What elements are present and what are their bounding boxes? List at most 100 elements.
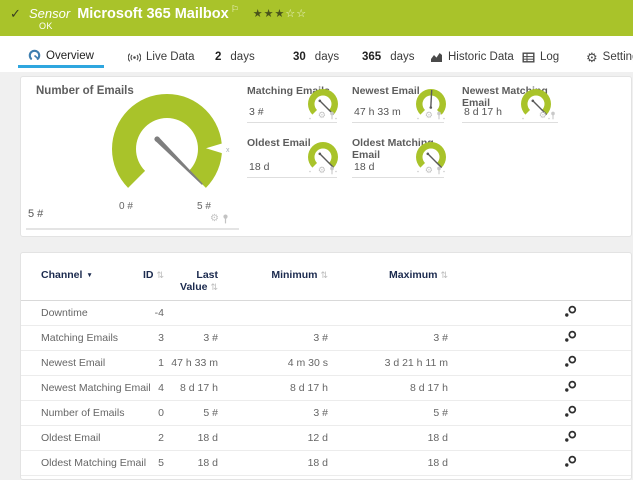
channel-table-row: Newest Matching Email 4 8 d 17 h 8 d 17 … [21, 376, 631, 401]
sort-icon: ⇅ [440, 270, 448, 280]
tab-log[interactable]: Log [512, 46, 569, 68]
widget-pin-icon[interactable] [436, 166, 442, 175]
gauge-current-value: 8 d 17 h [464, 106, 502, 118]
last-value-cell: 18 d [197, 432, 218, 445]
channel-name-cell: Oldest Matching Email [41, 457, 147, 470]
gauge-title: Oldest Email [247, 137, 311, 149]
tab-historic-data[interactable]: Historic Data [420, 46, 524, 68]
overview-gauges-panel: Number of Emails x 0 # 5 # 5 # ⚙ Matchin… [20, 76, 632, 237]
column-header-id[interactable]: ID ⇅ [129, 253, 164, 301]
channel-table-row: Oldest Matching Email 5 18 d 18 d 18 d [21, 451, 631, 476]
column-header-channel[interactable]: Channel ▼ [21, 253, 129, 301]
tab-live-data[interactable]: Live Data [118, 46, 205, 68]
minimum-cell: 18 d [307, 457, 328, 470]
filled-stars[interactable]: ★★★ [253, 8, 286, 20]
minimum-cell [218, 301, 328, 326]
gauge-widget-matching-emails[interactable]: Matching Emails 3 # ⚙ [247, 85, 338, 123]
widget-pin-icon[interactable] [329, 111, 335, 120]
tab-overview[interactable]: Overview [18, 46, 104, 68]
gauge-title: Newest Email [352, 85, 420, 97]
gauge-needle [430, 89, 433, 108]
widget-gear-icon[interactable]: ⚙ [425, 166, 433, 175]
table-icon [522, 52, 535, 63]
tab-30-days[interactable]: 30 days [283, 46, 349, 68]
maximum-cell: 3 # [433, 332, 448, 345]
flag-icon: ⚐ [230, 4, 239, 14]
channel-name-cell: Oldest Email [41, 432, 101, 445]
gauge-icon [28, 49, 41, 62]
widget-gear-icon[interactable]: ⚙ [318, 111, 326, 120]
last-value-cell [164, 301, 218, 326]
channel-settings-button[interactable] [564, 355, 577, 368]
channel-settings-gear-icon [565, 330, 577, 342]
gauge-current-value: 47 h 33 m [354, 106, 401, 118]
gauge-scale-max: 5 # [197, 201, 211, 212]
gauge-current-value: 18 d [249, 161, 270, 173]
channel-table-row: Number of Emails 0 5 # 3 # 5 # [21, 401, 631, 426]
tab-2-days[interactable]: 2 days [205, 46, 265, 68]
status-ok-check-icon: ✓ [10, 6, 21, 21]
tab-settings[interactable]: ⚙ Settings [576, 46, 633, 68]
channel-settings-gear-icon [565, 355, 577, 367]
gauge-widget-number-of-emails[interactable]: Number of Emails x 0 # 5 # 5 # ⚙ [26, 81, 239, 230]
channel-settings-button[interactable] [564, 455, 577, 468]
area-chart-icon [431, 52, 442, 62]
last-value-cell: 3 # [203, 332, 218, 345]
channel-settings-gear-icon [565, 455, 577, 467]
maximum-cell: 8 d 17 h [410, 382, 448, 395]
priority-stars[interactable]: ★★★☆☆ [253, 8, 307, 20]
channel-settings-button[interactable] [564, 405, 577, 418]
tab-365-days[interactable]: 365 days [352, 46, 424, 68]
channel-name-cell: Newest Matching Email [41, 382, 151, 395]
channel-id-cell: 1 [158, 357, 164, 370]
gauge-widget-oldest-matching-email[interactable]: Oldest Matching Email 18 d ⚙ [352, 137, 446, 178]
last-value-cell: 47 h 33 m [171, 357, 218, 370]
channel-settings-gear-icon [565, 405, 577, 417]
column-header-minimum[interactable]: Minimum ⇅ [218, 253, 328, 301]
broadcast-icon [128, 52, 141, 62]
column-header-last-value[interactable]: Last Value ⇅ [164, 253, 218, 301]
channel-settings-button[interactable] [564, 430, 577, 443]
widget-pin-icon[interactable] [436, 111, 442, 120]
gauge-marker-label: x [226, 147, 230, 154]
sort-icon: ⇅ [210, 282, 218, 293]
widget-pin-icon[interactable] [222, 214, 229, 224]
column-header-maximum[interactable]: Maximum ⇅ [328, 253, 448, 301]
gauge-widget-newest-email[interactable]: Newest Email 47 h 33 m ⚙ [352, 85, 446, 123]
sensor-status-bar: ✓ Sensor Microsoft 365 Mailbox ⚐ ★★★☆☆ OK [0, 0, 633, 36]
minimum-cell: 8 d 17 h [290, 382, 328, 395]
gauge-widget-newest-matching-email[interactable]: Newest Matching Email 8 d 17 h ⚙ [462, 85, 558, 123]
channel-id-cell: 3 [158, 332, 164, 345]
gear-icon: ⚙ [586, 49, 598, 65]
minimum-cell: 3 # [313, 407, 328, 420]
column-header-settings [448, 253, 631, 301]
channel-settings-button[interactable] [564, 305, 577, 318]
channel-table-row: Newest Email 1 47 h 33 m 4 m 30 s 3 d 21… [21, 351, 631, 376]
maximum-cell: 3 d 21 h 11 m [384, 357, 448, 370]
sensor-kind-label: Sensor [29, 6, 71, 21]
last-value-cell: 8 d 17 h [180, 382, 218, 395]
number-of-emails-gauge: x [112, 93, 230, 188]
gauge-current-value: 5 # [28, 208, 44, 220]
widget-pin-icon[interactable] [550, 111, 556, 120]
gauge-widget-oldest-email[interactable]: Oldest Email 18 d ⚙ [247, 137, 338, 178]
channel-table: Channel ▼ ID ⇅ Last Value ⇅ Minimum ⇅ Maximu… [21, 253, 631, 476]
channel-name-cell: Number of Emails [41, 407, 125, 420]
sort-desc-icon: ▼ [86, 272, 93, 279]
widget-gear-icon[interactable]: ⚙ [425, 111, 433, 120]
channel-settings-button[interactable] [564, 380, 577, 393]
channel-table-row: Downtime -4 [21, 301, 631, 326]
empty-stars[interactable]: ☆☆ [285, 8, 307, 20]
channel-table-row: Oldest Email 2 18 d 12 d 18 d [21, 426, 631, 451]
widget-gear-icon[interactable]: ⚙ [318, 166, 326, 175]
widget-gear-icon[interactable]: ⚙ [210, 214, 219, 224]
widget-gear-icon[interactable]: ⚙ [539, 111, 547, 120]
channel-id-cell: -4 [154, 307, 164, 320]
channel-settings-button[interactable] [564, 330, 577, 343]
gauge-current-value: 3 # [249, 106, 264, 118]
channel-id-cell: 2 [158, 432, 164, 445]
channel-name-cell: Newest Email [41, 357, 106, 370]
widget-pin-icon[interactable] [329, 166, 335, 175]
channel-table-row: Matching Emails 3 3 # 3 # 3 # [21, 326, 631, 351]
sort-icon: ⇅ [156, 270, 164, 280]
